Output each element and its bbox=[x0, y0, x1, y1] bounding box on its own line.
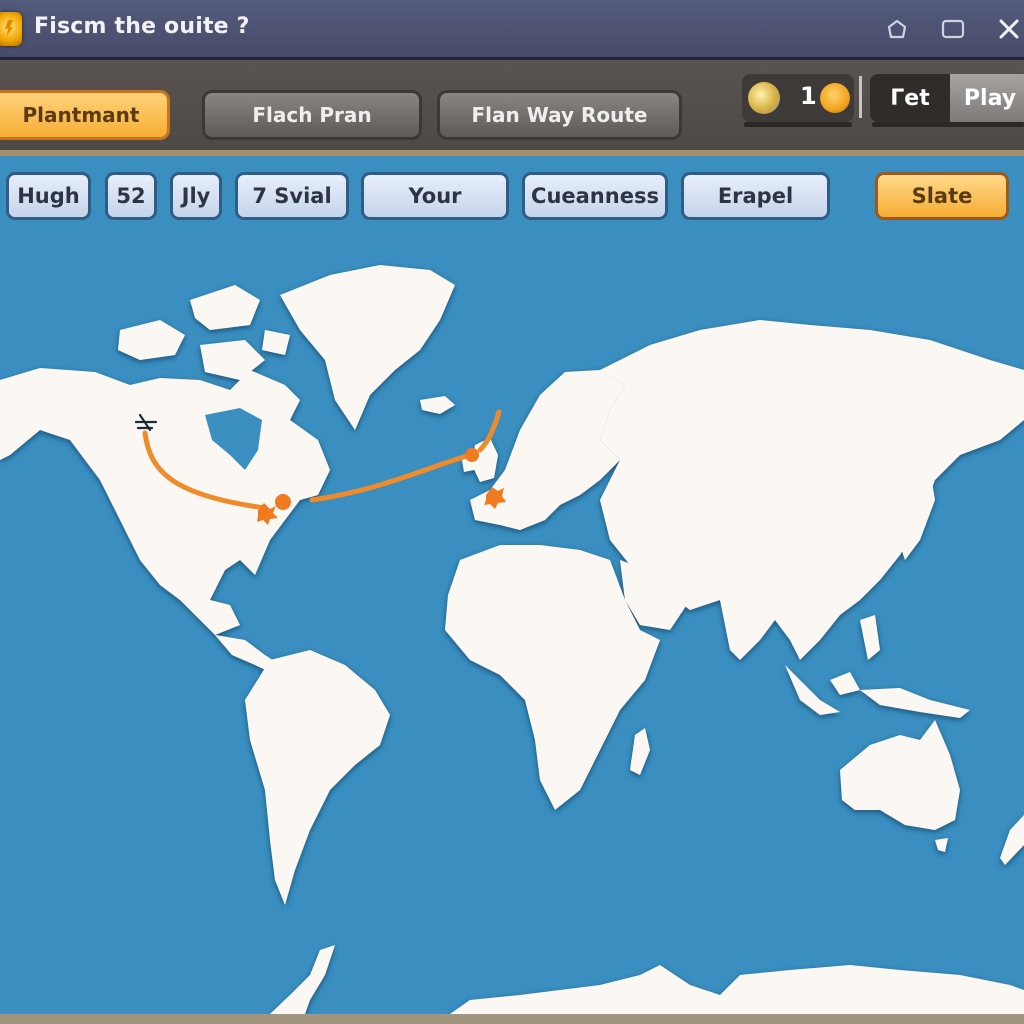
currency-underline bbox=[744, 122, 852, 127]
bottom-bar bbox=[0, 1014, 1024, 1024]
home-pentagon-icon bbox=[887, 19, 907, 39]
toolbar-divider bbox=[859, 76, 862, 118]
chip-erapel[interactable]: Erapel bbox=[681, 172, 830, 220]
toolbar: Plantmant Flach Pran Flan Way Route 1 Γe… bbox=[0, 60, 1024, 156]
chip-7-svial[interactable]: 7 Svial bbox=[235, 172, 349, 220]
title-bar: Fiscm the ouite ? bbox=[0, 0, 1024, 60]
chip-your[interactable]: Your bbox=[361, 172, 509, 220]
flach-pran-button[interactable]: Flach Pran bbox=[202, 90, 422, 140]
app-shield-icon bbox=[0, 12, 22, 46]
maximize-icon bbox=[941, 19, 965, 39]
plantmant-button[interactable]: Plantmant bbox=[0, 90, 170, 140]
mode-option-play[interactable]: Play bbox=[950, 74, 1024, 122]
chip-hugh[interactable]: Hugh bbox=[6, 172, 91, 220]
window-title: Fiscm the ouite ? bbox=[34, 14, 250, 39]
flan-way-route-button[interactable]: Flan Way Route bbox=[437, 90, 682, 140]
mode-option-get[interactable]: Γet bbox=[870, 74, 950, 122]
mode-toggle: Γet Play bbox=[870, 74, 1024, 122]
coin-icon bbox=[820, 83, 850, 113]
globe-icon bbox=[748, 82, 780, 114]
close-icon bbox=[999, 19, 1019, 39]
minimize-button[interactable] bbox=[884, 16, 910, 42]
stop-marker-ireland[interactable] bbox=[465, 448, 479, 462]
world-map[interactable] bbox=[0, 236, 1024, 1014]
coin-count: 1 bbox=[800, 82, 817, 110]
currency-display: 1 bbox=[742, 74, 854, 122]
chip-52[interactable]: 52 bbox=[105, 172, 157, 220]
chip-slate[interactable]: Slate bbox=[875, 172, 1009, 220]
chip-jly[interactable]: Jly bbox=[170, 172, 222, 220]
close-button[interactable] bbox=[996, 16, 1022, 42]
stop-marker-quebec[interactable] bbox=[275, 494, 291, 510]
mode-underline bbox=[872, 122, 1024, 127]
maximize-button[interactable] bbox=[940, 16, 966, 42]
chip-cueanness[interactable]: Cueanness bbox=[522, 172, 668, 220]
filter-bar: Hugh 52 Jly 7 Svial Your Cueanness Erape… bbox=[0, 156, 1024, 236]
